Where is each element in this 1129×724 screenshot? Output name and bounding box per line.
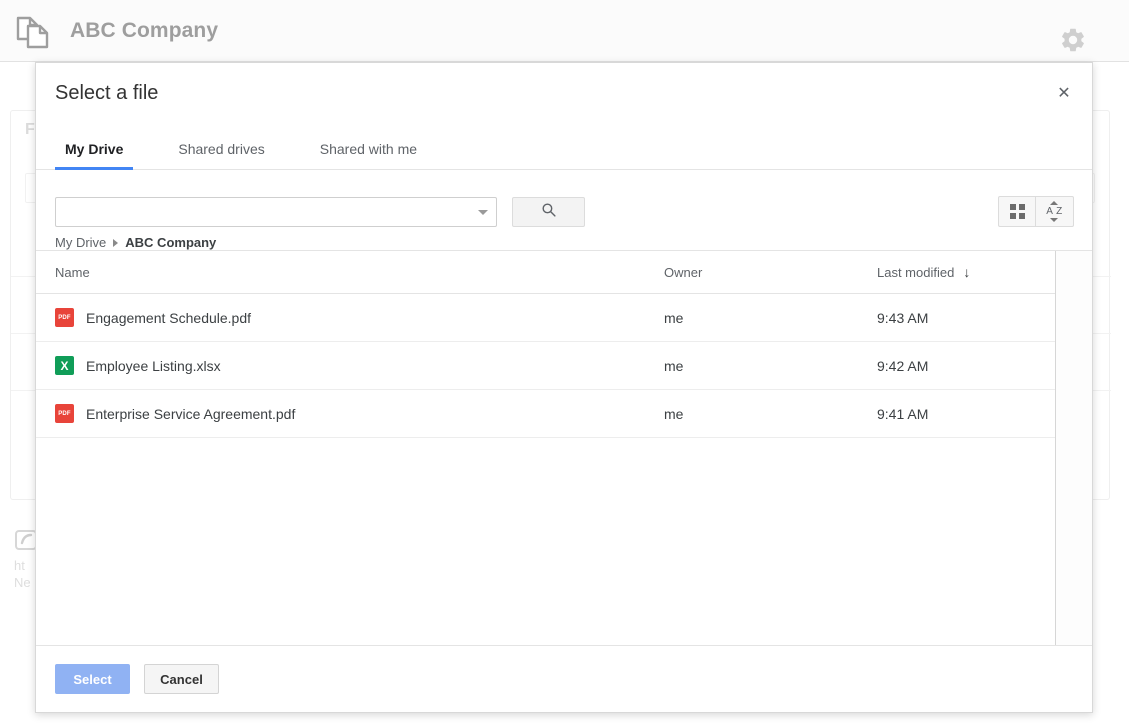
file-name: Enterprise Service Agreement.pdf [86, 406, 295, 422]
column-header-owner[interactable]: Owner [664, 265, 877, 280]
column-header-modified[interactable]: Last modified ↓ [877, 264, 1055, 280]
file-list: Name Owner Last modified ↓ PDF Engagemen… [36, 251, 1055, 645]
file-name: Employee Listing.xlsx [86, 358, 221, 374]
app-header: ABC Company [0, 0, 1129, 62]
sort-button[interactable]: A Z [1036, 196, 1074, 227]
column-header-modified-label: Last modified [877, 265, 954, 280]
pdf-file-icon: PDF [55, 308, 74, 327]
file-name: Engagement Schedule.pdf [86, 310, 251, 326]
sort-descending-icon: ↓ [963, 264, 970, 280]
pdf-file-icon: PDF [55, 404, 74, 423]
search-button[interactable] [512, 197, 585, 227]
tab-my-drive[interactable]: My Drive [55, 141, 133, 170]
file-name-cell: PDF Engagement Schedule.pdf [36, 308, 664, 327]
background-footer-line2: Ne [14, 575, 31, 590]
dialog-toolbar: My Drive ABC Company A Z [36, 170, 1092, 250]
dialog-footer: Select Cancel [36, 645, 1092, 712]
file-name-cell: X Employee Listing.xlsx [36, 356, 664, 375]
search-input[interactable] [56, 198, 496, 226]
chevron-right-icon [113, 239, 118, 247]
brand: ABC Company [0, 8, 218, 54]
tab-bar: My Drive Shared drives Shared with me [55, 141, 462, 170]
select-button[interactable]: Select [55, 664, 130, 694]
background-footer-line1: ht [14, 558, 25, 573]
sort-az-icon: A Z [1046, 201, 1063, 222]
close-icon[interactable]: ✕ [1053, 83, 1075, 105]
file-owner: me [664, 358, 877, 374]
table-row[interactable]: X Employee Listing.xlsx me 9:42 AM [36, 342, 1055, 390]
file-modified: 9:41 AM [877, 406, 1055, 422]
grid-view-icon [1010, 204, 1025, 219]
tab-shared-with-me[interactable]: Shared with me [310, 141, 427, 170]
file-modified: 9:42 AM [877, 358, 1055, 374]
breadcrumb: My Drive ABC Company [55, 235, 216, 250]
search-icon [540, 201, 557, 223]
two-documents-icon [10, 8, 56, 54]
file-modified: 9:43 AM [877, 310, 1055, 326]
background-card-title: F [25, 121, 35, 139]
file-list-scrollbar[interactable] [1055, 251, 1092, 645]
column-header-name[interactable]: Name [36, 265, 664, 280]
file-list-area: Name Owner Last modified ↓ PDF Engagemen… [36, 250, 1092, 645]
sort-az-label: A Z [1046, 206, 1063, 217]
table-row[interactable]: PDF Enterprise Service Agreement.pdf me … [36, 390, 1055, 438]
excel-file-icon: X [55, 356, 74, 375]
grid-view-button[interactable] [998, 196, 1036, 227]
cancel-button[interactable]: Cancel [144, 664, 219, 694]
gear-icon[interactable] [1059, 26, 1087, 59]
table-row[interactable]: PDF Engagement Schedule.pdf me 9:43 AM [36, 294, 1055, 342]
brand-name: ABC Company [70, 19, 218, 43]
file-owner: me [664, 310, 877, 326]
file-list-header: Name Owner Last modified ↓ [36, 251, 1055, 294]
file-owner: me [664, 406, 877, 422]
breadcrumb-root[interactable]: My Drive [55, 235, 106, 250]
dialog-title: Select a file [55, 82, 158, 105]
file-name-cell: PDF Enterprise Service Agreement.pdf [36, 404, 664, 423]
breadcrumb-current: ABC Company [125, 235, 216, 250]
dialog-header: Select a file ✕ My Drive Shared drives S… [36, 63, 1092, 170]
tab-shared-drives[interactable]: Shared drives [168, 141, 274, 170]
chevron-down-icon[interactable] [478, 210, 488, 215]
search-field-wrapper[interactable] [55, 197, 497, 227]
select-file-dialog: Select a file ✕ My Drive Shared drives S… [35, 62, 1093, 713]
view-toggle-group: A Z [998, 196, 1074, 227]
